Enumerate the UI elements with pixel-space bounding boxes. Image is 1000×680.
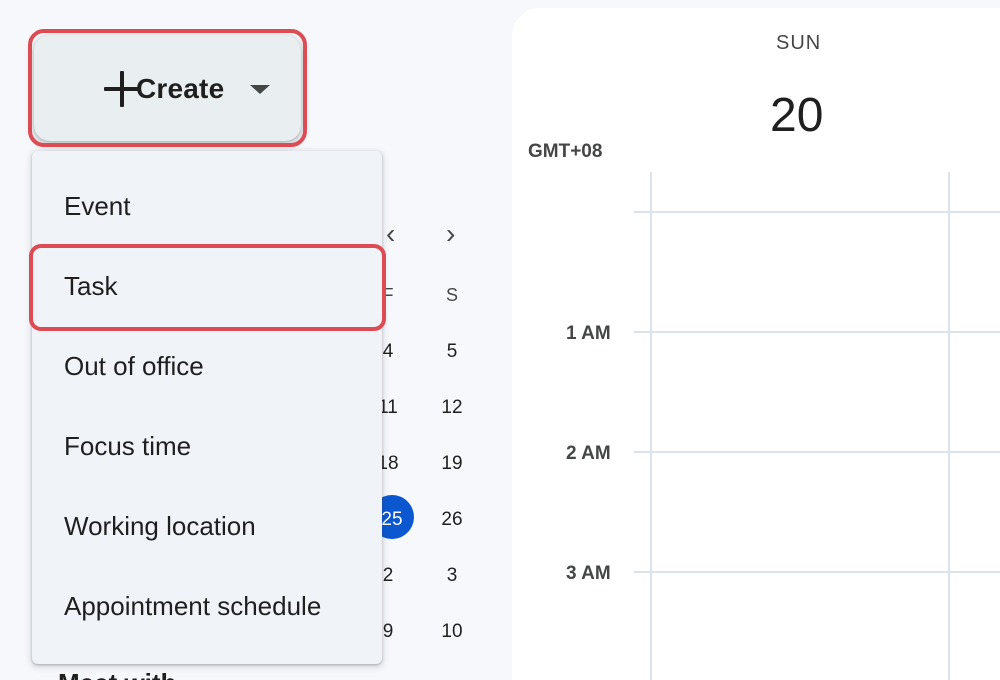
menu-item-event[interactable]: Event: [32, 166, 382, 246]
menu-item-out-of-office[interactable]: Out of office: [32, 326, 382, 406]
mini-day[interactable]: 19: [432, 453, 472, 475]
hour-label: 1 AM: [566, 323, 611, 344]
day-number[interactable]: 20: [770, 88, 823, 143]
hour-label: 3 AM: [566, 563, 611, 584]
menu-item-working-location[interactable]: Working location: [32, 486, 382, 566]
create-menu: Event Task Out of office Focus time Work…: [32, 151, 382, 664]
mini-day[interactable]: 3: [432, 565, 472, 587]
mini-day[interactable]: 12: [432, 397, 472, 419]
prev-month-button[interactable]: ‹: [386, 218, 395, 250]
menu-item-focus-time[interactable]: Focus time: [32, 406, 382, 486]
timezone-label: GMT+08: [528, 141, 603, 162]
menu-item-appointment-schedule[interactable]: Appointment schedule: [32, 566, 382, 646]
hour-gridline: [634, 571, 1000, 573]
mini-day[interactable]: 26: [432, 509, 472, 531]
next-month-button[interactable]: ›: [446, 218, 455, 250]
hour-label: 2 AM: [566, 443, 611, 464]
mini-day[interactable]: 10: [432, 621, 472, 643]
menu-item-task[interactable]: Task: [32, 246, 382, 326]
meet-with-heading: Meet with: [58, 668, 176, 680]
weekday-header-sat: S: [445, 285, 458, 305]
mini-day[interactable]: 5: [432, 341, 472, 363]
create-button-highlight: [28, 29, 307, 147]
hour-gridline: [634, 211, 1000, 213]
hour-gridline: [634, 331, 1000, 333]
day-name: SUN: [776, 32, 822, 54]
time-column-divider: [650, 172, 652, 680]
hour-gridline: [634, 451, 1000, 453]
day-column-divider: [948, 172, 950, 680]
